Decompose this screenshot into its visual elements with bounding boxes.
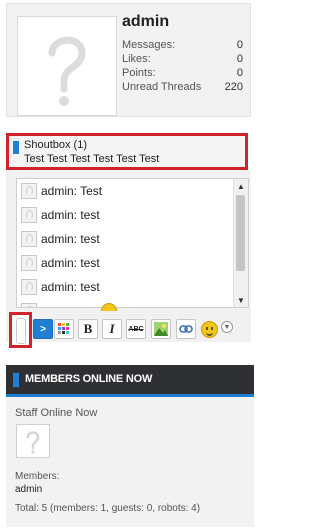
color-palette-icon[interactable] [54, 319, 74, 339]
members-online-marker [13, 373, 19, 387]
shoutbox-message: admin: test [21, 205, 100, 225]
scroll-down-arrow-icon[interactable]: ▼ [234, 293, 248, 307]
message-text: admin: test [41, 232, 100, 246]
stat-value-messages: 0 [236, 39, 243, 51]
members-online-title[interactable]: MEMBERS ONLINE NOW [25, 373, 152, 385]
message-text: admin: test [41, 208, 100, 222]
shout-input[interactable] [9, 312, 32, 348]
staff-avatar[interactable] [16, 424, 50, 458]
scrollbar-thumb[interactable] [236, 195, 245, 271]
stat-value-unread-threads[interactable]: 220 [225, 81, 243, 93]
message-text: admin: Test [41, 184, 103, 198]
message-text: admin: test [41, 280, 100, 294]
shoutbox-message: admin: test [21, 277, 100, 297]
staff-online-label: Staff Online Now [15, 407, 98, 419]
strikethrough-button[interactable]: ABC [126, 319, 146, 339]
shout-submit-button[interactable]: > [33, 319, 53, 339]
message-avatar[interactable] [21, 255, 37, 271]
smiley-icon[interactable] [201, 321, 218, 338]
stat-value-likes: 0 [236, 53, 243, 65]
bold-button[interactable]: B [78, 319, 98, 339]
user-avatar[interactable] [17, 16, 117, 116]
message-avatar[interactable] [21, 183, 37, 199]
scroll-up-arrow-icon[interactable]: ▲ [234, 179, 248, 193]
avatar-placeholder-icon [48, 36, 86, 106]
online-total: Total: 5 (members: 1, guests: 0, robots:… [15, 503, 201, 514]
message-list-scrollbar[interactable]: ▲ ▼ [233, 179, 248, 307]
profile-username[interactable]: admin [122, 13, 169, 31]
member-link[interactable]: admin [15, 484, 42, 495]
members-online-header: MEMBERS ONLINE NOW [6, 365, 254, 397]
stat-label-unread-threads[interactable]: Unread Threads [122, 81, 201, 93]
shout-input-field[interactable] [16, 318, 26, 344]
chevron-down-icon[interactable]: ▼ [221, 321, 233, 333]
stat-label-likes: Likes: [122, 53, 151, 65]
shoutbox-message: admin: Test [21, 181, 102, 201]
shoutbox-title: Shoutbox (1) [24, 139, 87, 151]
message-avatar[interactable] [21, 279, 37, 295]
avatar-placeholder-icon [26, 431, 40, 454]
shoutbox-header: Shoutbox (1) Test Test Test Test Test Te… [6, 133, 248, 170]
link-icon[interactable] [176, 319, 196, 339]
message-avatar[interactable] [21, 207, 37, 223]
shoutbox-header-marker [13, 141, 19, 154]
shoutbox-message: admin: test [21, 253, 100, 273]
stat-label-points: Points: [122, 67, 156, 79]
italic-button[interactable]: I [102, 319, 122, 339]
image-icon[interactable] [151, 319, 171, 339]
message-avatar[interactable] [21, 231, 37, 247]
message-text: admin: test [41, 256, 100, 270]
shoutbox-message-partial [21, 301, 41, 307]
shoutbox-message: admin: test [21, 229, 100, 249]
stat-label-messages: Messages: [122, 39, 176, 51]
message-avatar[interactable] [21, 303, 37, 307]
members-label: Members: [15, 471, 60, 482]
shoutbox-message-list[interactable]: admin: Test admin: test admin: test admi… [16, 178, 249, 308]
stat-value-points: 0 [236, 67, 243, 79]
shoutbox-latest-message: Test Test Test Test Test Test [24, 153, 160, 165]
